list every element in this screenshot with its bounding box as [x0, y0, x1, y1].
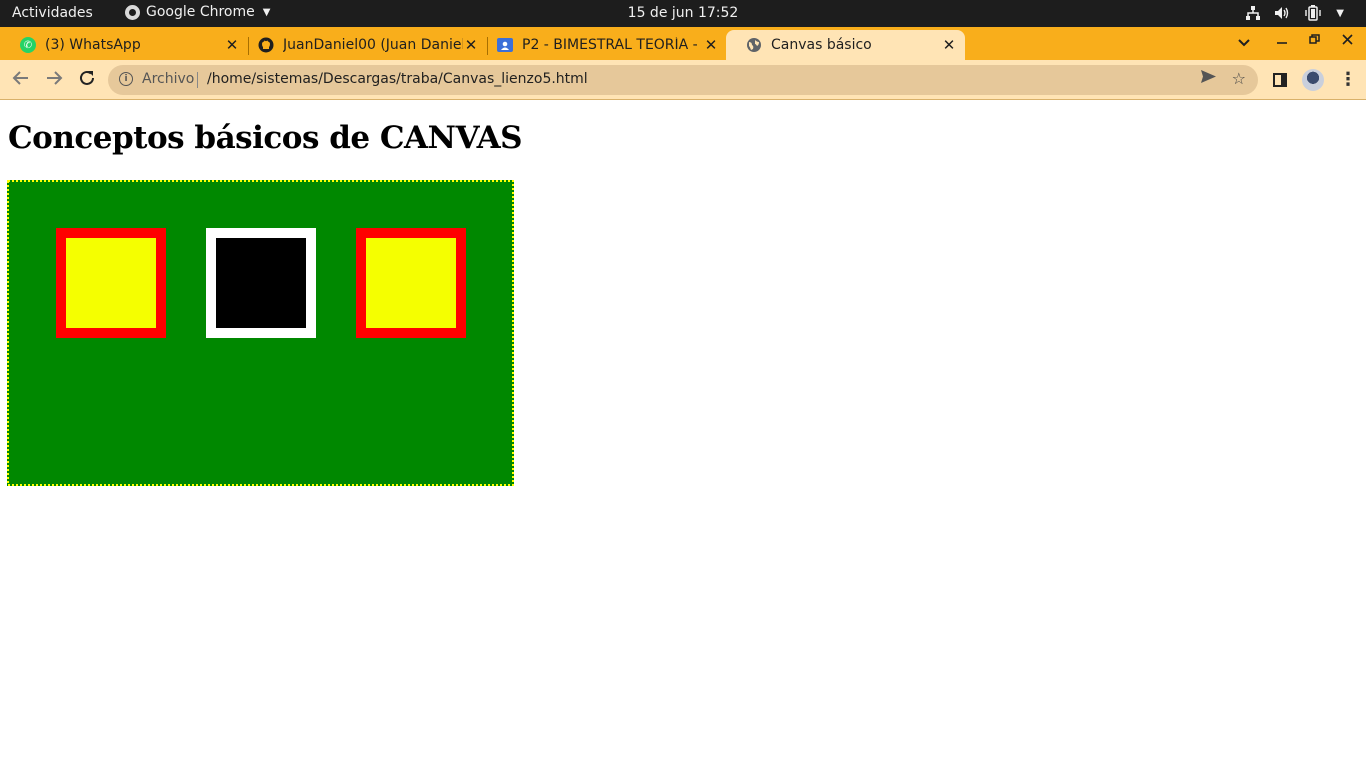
tab-classroom[interactable]: P2 - BIMESTRAL TEORÍA - F ✕ — [477, 30, 727, 60]
activities-button[interactable]: Actividades — [12, 5, 93, 21]
restore-button[interactable] — [1309, 33, 1320, 49]
tab-title: JuanDaniel00 (Juan Daniel) — [283, 37, 463, 53]
reload-button[interactable] — [78, 69, 96, 92]
red-yellow-square-left — [56, 228, 166, 338]
address-bar[interactable]: i Archivo /home/sistemas/Descargas/traba… — [108, 65, 1258, 95]
volume-icon — [1275, 7, 1289, 19]
red-yellow-square-right — [356, 228, 466, 338]
system-tray[interactable]: ▼ — [1246, 5, 1344, 21]
app-menu[interactable]: Google Chrome ▼ — [125, 4, 270, 20]
send-icon[interactable] — [1201, 70, 1216, 87]
close-window-button[interactable] — [1342, 33, 1353, 49]
profile-avatar[interactable] — [1302, 69, 1324, 91]
page-heading: Conceptos básicos de CANVAS — [8, 120, 523, 156]
network-icon — [1246, 6, 1261, 20]
back-button[interactable] — [12, 69, 30, 92]
chrome-menu-icon[interactable]: ⋮ — [1339, 69, 1357, 90]
github-icon — [258, 37, 274, 53]
globe-icon — [747, 38, 761, 52]
tab-strip: ✆ (3) WhatsApp ✕ JuanDaniel00 (Juan Dani… — [0, 27, 1366, 84]
url-text[interactable]: /home/sistemas/Descargas/traba/Canvas_li… — [207, 71, 588, 87]
forward-button[interactable] — [45, 69, 63, 92]
white-black-square-middle — [206, 228, 316, 338]
scheme-label: Archivo — [142, 71, 195, 87]
app-menu-label: Google Chrome — [146, 4, 255, 20]
side-panel-icon[interactable] — [1273, 73, 1287, 87]
tab-title: (3) WhatsApp — [45, 37, 141, 53]
tab-search-chevron-icon[interactable] — [1238, 36, 1250, 50]
whatsapp-icon: ✆ — [20, 37, 36, 53]
close-tab-icon[interactable]: ✕ — [703, 36, 719, 54]
tab-github[interactable]: JuanDaniel00 (Juan Daniel) ✕ — [238, 30, 488, 60]
clock[interactable]: 15 de jun 17:52 — [628, 5, 739, 21]
system-top-bar: Actividades Google Chrome ▼ 15 de jun 17… — [0, 0, 1366, 27]
tab-title: Canvas básico — [771, 37, 872, 53]
canvas-drawing — [7, 180, 514, 486]
tab-canvas-basico[interactable]: Canvas básico ✕ — [726, 30, 965, 60]
battery-icon — [1305, 5, 1321, 21]
tab-title: P2 - BIMESTRAL TEORÍA - F — [522, 37, 703, 53]
browser-toolbar: i Archivo /home/sistemas/Descargas/traba… — [0, 60, 1366, 100]
close-tab-icon[interactable]: ✕ — [941, 36, 957, 54]
chrome-icon — [125, 4, 140, 20]
caret-down-icon: ▼ — [262, 6, 271, 18]
info-icon[interactable]: i — [119, 72, 133, 86]
bookmark-star-icon[interactable]: ☆ — [1232, 69, 1246, 88]
classroom-icon — [497, 38, 513, 52]
address-divider — [197, 72, 198, 88]
tab-whatsapp[interactable]: ✆ (3) WhatsApp ✕ — [0, 30, 249, 60]
minimize-button[interactable] — [1277, 33, 1287, 49]
canvas-lienzo — [7, 180, 514, 486]
power-menu-icon: ▼ — [1336, 7, 1344, 19]
